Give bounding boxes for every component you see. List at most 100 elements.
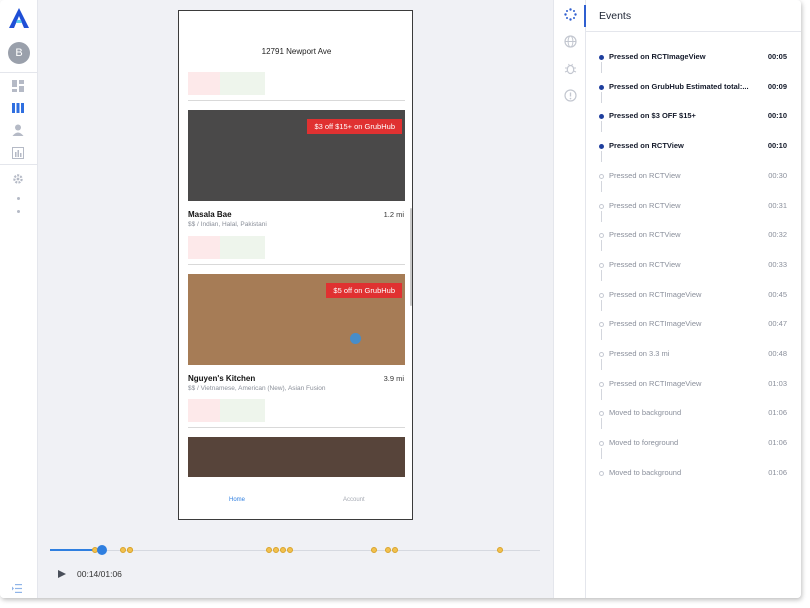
event-bullet-icon bbox=[599, 173, 604, 179]
event-time: 00:05 bbox=[767, 52, 787, 61]
sessions-icon[interactable] bbox=[11, 101, 25, 115]
timeline-event-marker[interactable] bbox=[391, 547, 398, 553]
event-item[interactable]: Pressed on RCTImageView 00:05 bbox=[586, 49, 801, 73]
event-label: Pressed on RCTImageView bbox=[609, 52, 706, 61]
event-item[interactable]: Pressed on RCTImageView 00:47 bbox=[586, 316, 801, 341]
event-item[interactable]: Moved to foreground 01:06 bbox=[586, 435, 801, 460]
chart-icon[interactable] bbox=[11, 146, 25, 160]
event-item[interactable]: Moved to background 01:06 bbox=[586, 405, 801, 430]
dashboard-icon[interactable] bbox=[11, 79, 25, 93]
event-bullet-icon bbox=[599, 262, 604, 268]
inspector-rail bbox=[553, 0, 586, 598]
info-icon[interactable] bbox=[564, 89, 577, 102]
restaurant-image[interactable]: $5 off on GrubHub bbox=[188, 274, 405, 365]
scrollbar[interactable] bbox=[410, 208, 412, 306]
event-label: Pressed on RCTView bbox=[609, 230, 681, 240]
logo-icon[interactable] bbox=[8, 7, 30, 29]
timeline-event-marker[interactable] bbox=[385, 547, 391, 553]
event-time: 00:47 bbox=[768, 319, 787, 329]
timeline-event-marker[interactable] bbox=[371, 547, 378, 553]
event-time: 01:06 bbox=[768, 438, 787, 448]
restaurant-name[interactable]: Nguyen's Kitchen bbox=[188, 374, 255, 383]
event-item[interactable]: Pressed on RCTView 00:30 bbox=[586, 168, 801, 192]
promo-badge[interactable]: $5 off on GrubHub bbox=[326, 283, 402, 298]
timeline-event-marker[interactable] bbox=[119, 547, 126, 553]
event-item[interactable]: Pressed on RCTImageView 01:03 bbox=[586, 376, 801, 400]
placeholder-block bbox=[220, 72, 265, 95]
event-label: Pressed on RCTImageView bbox=[609, 289, 702, 299]
event-bullet-icon bbox=[599, 292, 604, 298]
event-item[interactable]: Pressed on GrubHub Estimated total:... 00… bbox=[586, 79, 801, 103]
event-label: Pressed on RCTView bbox=[609, 200, 681, 210]
timeline-event-marker[interactable] bbox=[273, 547, 280, 553]
event-label: Pressed on RCTView bbox=[609, 170, 681, 180]
restaurant-distance[interactable]: 3.9 mi bbox=[384, 374, 404, 383]
event-connector bbox=[601, 240, 602, 252]
event-time: 00:32 bbox=[768, 230, 787, 240]
event-time: 00:31 bbox=[768, 200, 787, 210]
delivery-address[interactable]: 12791 Newport Ave bbox=[179, 47, 412, 56]
user-icon[interactable] bbox=[11, 123, 25, 137]
event-label: Pressed on RCTImageView bbox=[609, 378, 702, 388]
event-connector bbox=[601, 210, 602, 222]
collapse-menu-icon[interactable] bbox=[12, 584, 22, 596]
bug-icon[interactable] bbox=[564, 62, 577, 75]
placeholder-block bbox=[188, 72, 220, 95]
playback-timeline[interactable] bbox=[50, 544, 540, 558]
events-icon[interactable] bbox=[564, 8, 577, 21]
event-bullet-icon bbox=[599, 144, 604, 150]
timeline-event-marker[interactable] bbox=[496, 547, 503, 553]
event-time: 00:10 bbox=[767, 141, 787, 151]
tab-account[interactable]: Account bbox=[343, 497, 365, 503]
device-screen[interactable]: 12791 Newport Ave $3 off $15+ on GrubHub… bbox=[178, 10, 413, 520]
touch-indicator bbox=[350, 333, 361, 344]
timeline-event-marker[interactable] bbox=[266, 547, 273, 553]
event-item[interactable]: Pressed on RCTImageView 00:45 bbox=[586, 287, 801, 311]
event-connector bbox=[601, 180, 602, 192]
settings-icon[interactable] bbox=[11, 172, 25, 186]
event-time: 00:09 bbox=[767, 81, 787, 91]
event-bullet-icon bbox=[599, 322, 604, 328]
timeline-event-marker[interactable] bbox=[126, 547, 133, 553]
placeholder-block bbox=[220, 236, 265, 259]
restaurant-cuisine: $$ / Indian, Halal, Pakistani bbox=[188, 221, 267, 228]
restaurant-image[interactable] bbox=[188, 437, 405, 477]
event-connector bbox=[601, 91, 602, 103]
event-item[interactable]: Pressed on RCTView 00:32 bbox=[586, 227, 801, 252]
event-bullet-icon bbox=[599, 114, 604, 120]
timeline-thumb[interactable] bbox=[96, 545, 107, 555]
event-connector bbox=[601, 121, 602, 133]
event-item[interactable]: Pressed on RCTView 00:10 bbox=[586, 138, 801, 163]
restaurant-image[interactable]: $3 off $15+ on GrubHub bbox=[188, 110, 405, 201]
tab-bar: Home Account bbox=[179, 491, 412, 511]
divider bbox=[188, 100, 405, 101]
timeline-event-marker[interactable] bbox=[287, 547, 294, 553]
avatar-initial: B bbox=[15, 47, 23, 59]
event-time: 01:06 bbox=[768, 467, 787, 477]
event-connector bbox=[601, 269, 602, 281]
placeholder-block bbox=[188, 399, 220, 422]
event-item[interactable]: Pressed on RCTView 00:33 bbox=[586, 257, 801, 281]
event-time: 00:33 bbox=[768, 259, 787, 269]
event-item[interactable]: Pressed on RCTView 00:31 bbox=[586, 198, 801, 222]
event-bullet-icon bbox=[599, 411, 604, 417]
event-label: Pressed on RCTView bbox=[609, 259, 681, 269]
event-item[interactable]: Pressed on $3 OFF $15+ 00:10 bbox=[586, 108, 801, 133]
network-icon[interactable] bbox=[564, 35, 577, 48]
restaurant-name[interactable]: Masala Bae bbox=[188, 210, 232, 219]
nav-divider bbox=[0, 164, 38, 165]
promo-badge[interactable]: $3 off $15+ on GrubHub bbox=[307, 119, 402, 134]
event-item[interactable]: Pressed on 3.3 mi 00:48 bbox=[586, 346, 801, 370]
event-label: Moved to background bbox=[609, 467, 682, 477]
event-label: Pressed on RCTView bbox=[609, 141, 684, 151]
events-title: Events bbox=[599, 10, 632, 22]
event-bullet-icon bbox=[599, 203, 604, 209]
event-bullet-icon bbox=[599, 381, 604, 387]
tab-home[interactable]: Home bbox=[229, 497, 245, 503]
restaurant-distance[interactable]: 1.2 mi bbox=[384, 210, 404, 219]
avatar[interactable]: B bbox=[8, 42, 30, 64]
event-item[interactable]: Moved to background 01:06 bbox=[586, 465, 801, 483]
timeline-event-marker[interactable] bbox=[280, 547, 287, 553]
play-icon[interactable] bbox=[57, 569, 67, 579]
left-nav: B bbox=[0, 0, 38, 598]
